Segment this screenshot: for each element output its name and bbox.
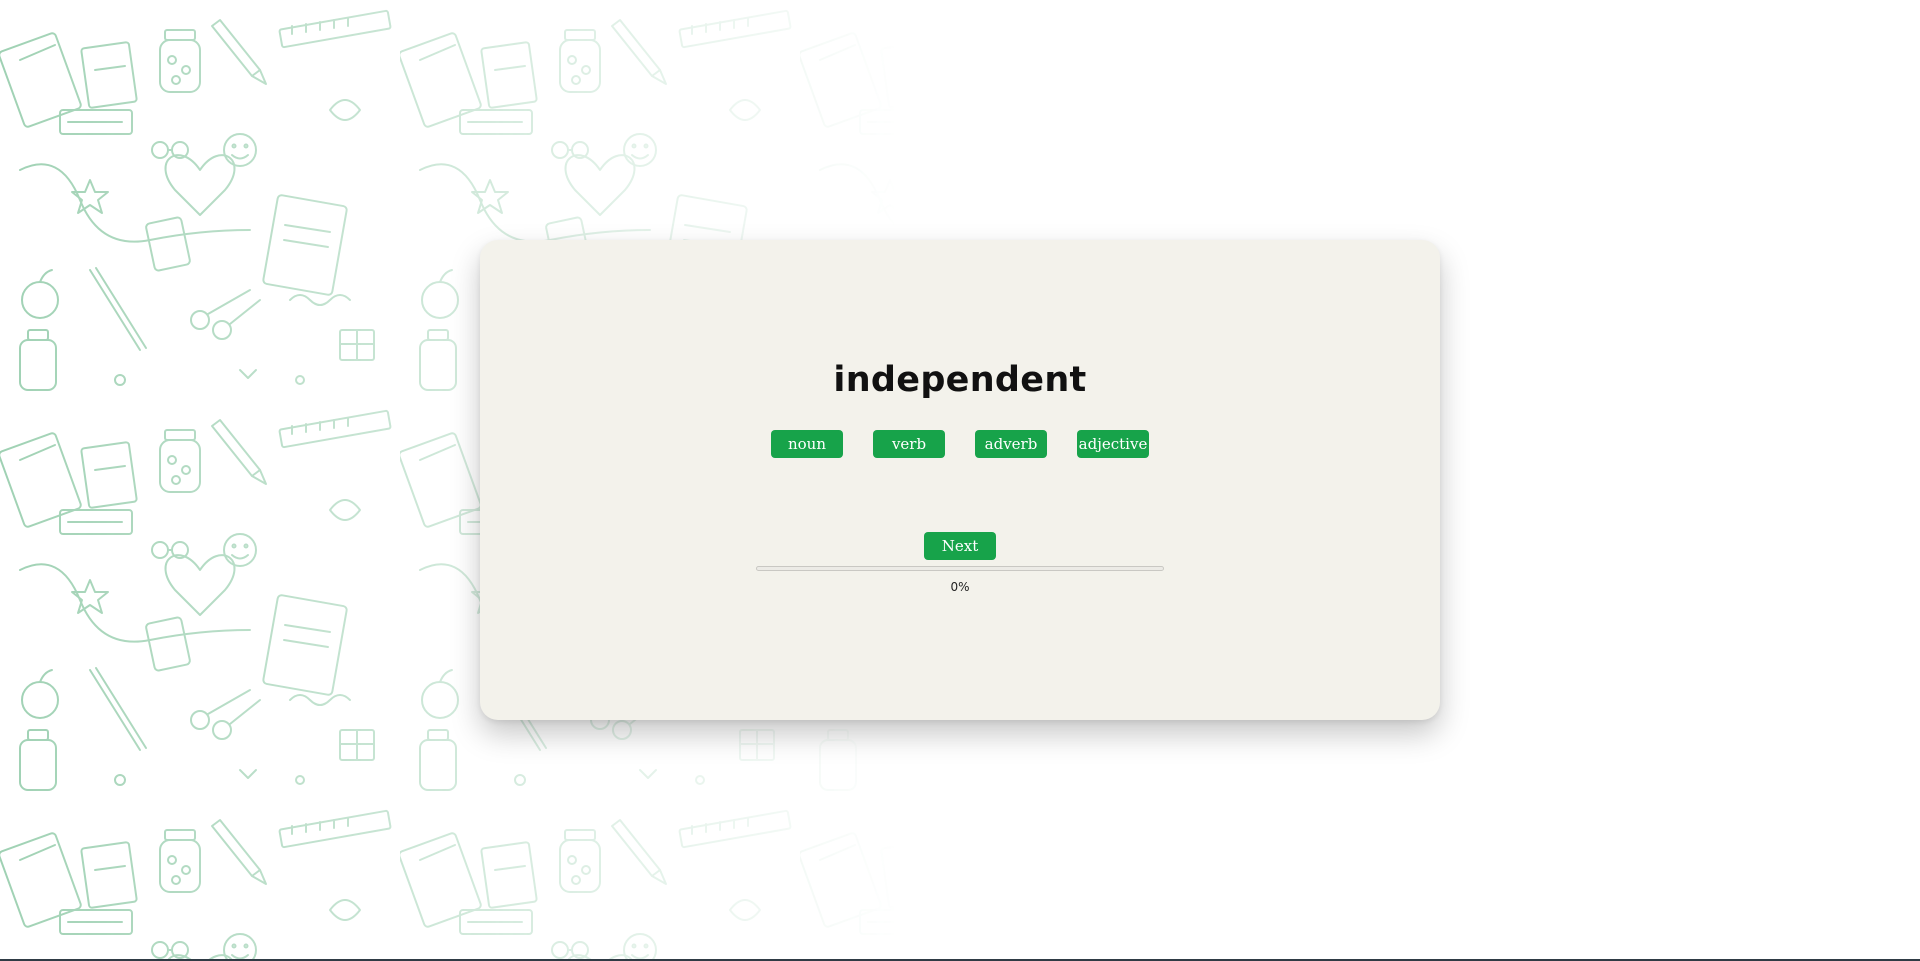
quiz-card: independent noun verb adverb adjective N… [480, 240, 1440, 720]
option-noun-button[interactable]: noun [771, 430, 843, 458]
progress-bar [756, 566, 1164, 571]
progress-percent: 0% [950, 580, 970, 594]
option-adverb-button[interactable]: adverb [975, 430, 1047, 458]
next-button[interactable]: Next [924, 532, 996, 560]
answer-options: noun verb adverb adjective [771, 430, 1171, 458]
option-verb-button[interactable]: verb [873, 430, 945, 458]
option-adjective-button[interactable]: adjective [1077, 430, 1149, 458]
quiz-word: independent [833, 360, 1087, 400]
